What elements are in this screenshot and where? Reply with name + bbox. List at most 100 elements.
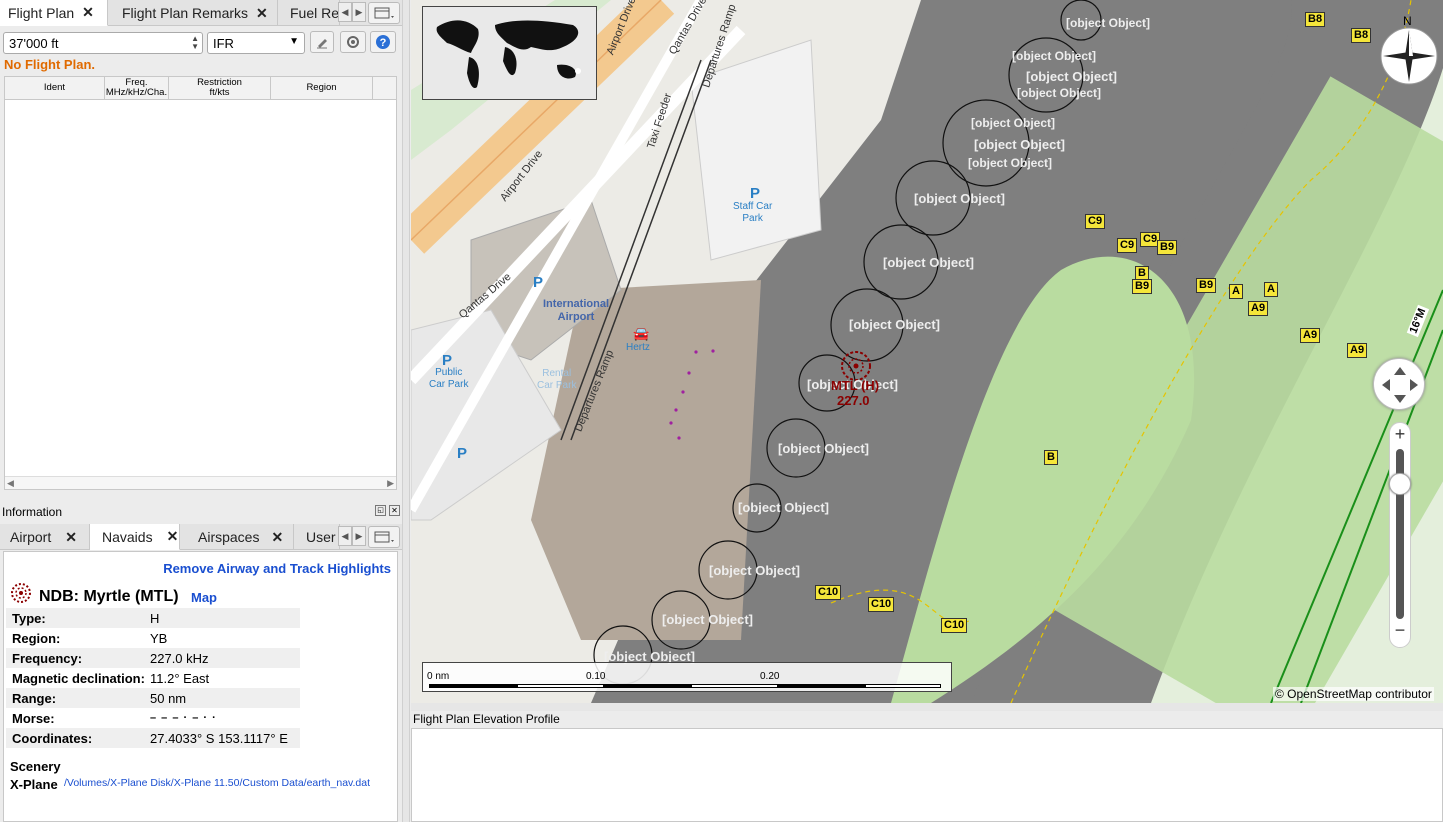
gate-label: [object Object] <box>1017 86 1102 100</box>
navaid-info-content: Remove Airway and Track Highlights NDB: … <box>3 551 398 822</box>
svg-text:P: P <box>750 185 760 202</box>
poi-label: Staff Car Park <box>733 201 773 224</box>
tab-label: Airspaces <box>198 529 260 545</box>
tab-flight-plan-remarks[interactable]: Flight Plan Remarks ✕ <box>108 0 278 26</box>
remove-highlights-link[interactable]: Remove Airway and Track Highlights <box>163 561 391 576</box>
tab-scroll-right-button[interactable]: ▶ <box>352 526 366 546</box>
flight-plan-table <box>4 76 397 490</box>
tab-scroll-left-button[interactable]: ◀ <box>338 526 352 546</box>
gate-label: [object Object] <box>883 255 975 270</box>
tab-user[interactable]: User <box>294 524 340 550</box>
help-button[interactable]: ? <box>370 31 396 53</box>
close-icon[interactable]: ✕ <box>167 528 179 545</box>
altitude-input[interactable]: 37'000 ft ▲ ▼ <box>3 32 203 54</box>
scenery-source: X-Plane <box>10 777 58 792</box>
ndb-map-label: MTL (H) <box>831 378 880 393</box>
zoom-in-button[interactable]: + <box>1390 423 1410 445</box>
info-row-region: Region: YB <box>12 630 168 646</box>
zoom-handle[interactable] <box>1389 473 1411 495</box>
taxiway-label: C9 <box>1117 238 1138 253</box>
zoom-slider[interactable]: + − <box>1389 422 1411 648</box>
scale-segment <box>604 684 691 688</box>
map-attribution[interactable]: © OpenStreetMap contributor <box>1273 687 1434 701</box>
gate-label: [object Object] <box>738 500 830 515</box>
float-icon[interactable]: ◱ <box>375 505 386 516</box>
tab-menu-button[interactable] <box>368 2 400 24</box>
ndb-map-frequency: 227.0 <box>837 393 870 408</box>
taxiway-label: A <box>1264 282 1278 297</box>
gate-label: [object Object] <box>1026 69 1118 84</box>
compass-rose[interactable]: N <box>1379 14 1439 88</box>
scale-label: 0.10 <box>586 671 606 682</box>
tab-list-icon <box>374 7 394 19</box>
gate-label: [object Object] <box>914 191 1006 206</box>
taxiway-label: B9 <box>1196 278 1217 293</box>
spinner-icon[interactable]: ▲ ▼ <box>191 35 199 51</box>
map-view[interactable]: PPPP Airport Drive Airport Drive Qantas … <box>411 0 1443 703</box>
taxiway-label: C9 <box>1085 214 1106 229</box>
scroll-left-icon[interactable]: ◀ <box>7 478 14 489</box>
close-icon[interactable]: ✕ <box>271 529 283 546</box>
column-header-restriction[interactable]: Restriction ft/kts <box>169 77 271 99</box>
car-rental-icon: 🚘 <box>633 326 650 341</box>
close-icon[interactable]: ✕ <box>82 4 94 21</box>
close-icon[interactable]: ✕ <box>65 529 77 546</box>
poi-label: Public Car Park <box>429 367 469 390</box>
info-tabbar: Airport ✕ Navaids ✕ Airspaces ✕ User ◀ ▶ <box>0 524 402 550</box>
horizontal-scrollbar[interactable]: ◀ ▶ <box>5 476 396 489</box>
poi-label: International Airport <box>543 298 610 323</box>
info-row-type: Type: H <box>6 608 300 628</box>
tab-fuel-report[interactable]: Fuel Re <box>278 0 340 26</box>
tab-label: User <box>306 529 336 545</box>
tab-navaids[interactable]: Navaids ✕ <box>90 524 180 550</box>
settings-button[interactable] <box>340 31 366 53</box>
ndb-icon <box>11 583 31 603</box>
tab-menu-button[interactable] <box>368 526 400 548</box>
gate-label: [object Object] <box>709 563 801 578</box>
elevation-profile-view[interactable] <box>411 728 1443 822</box>
column-header-freq[interactable]: Freq. MHz/kHz/Cha. <box>105 77 169 99</box>
gate-label: [object Object] <box>974 137 1066 152</box>
gate-label: [object Object] <box>1066 16 1151 30</box>
tab-label: Flight Plan <box>8 4 75 21</box>
column-header-ident[interactable]: Ident <box>5 77 105 99</box>
tab-flight-plan[interactable]: Flight Plan ✕ <box>0 0 108 26</box>
tab-scroll-left-button[interactable]: ◀ <box>338 2 352 22</box>
map-link[interactable]: Map <box>191 590 217 605</box>
panel-splitter[interactable] <box>402 0 410 822</box>
scenery-path-link[interactable]: /Volumes/X-Plane Disk/X-Plane 11.50/Cust… <box>64 777 370 789</box>
column-header-region[interactable]: Region <box>271 77 373 99</box>
tab-airport[interactable]: Airport ✕ <box>0 524 90 550</box>
navaid-details-table: Type: H Region: YB Frequency: 227.0 kHz Mag… <box>6 608 300 748</box>
zoom-out-button[interactable]: − <box>1390 619 1410 641</box>
poi-label: Rental Car Park <box>537 368 577 391</box>
svg-text:?: ? <box>380 37 387 49</box>
scroll-right-icon[interactable]: ▶ <box>387 478 394 489</box>
edit-button[interactable] <box>310 31 334 53</box>
scale-label: 0.20 <box>760 671 780 682</box>
gear-icon <box>347 36 359 48</box>
altitude-value: 37'000 ft <box>9 36 59 51</box>
flight-rules-select[interactable]: IFR ▼ <box>207 32 305 54</box>
taxiway-label: B <box>1044 450 1058 465</box>
info-row-morse: Morse: – – – · – · · <box>12 710 217 726</box>
gate-label: [object Object] <box>662 612 754 627</box>
help-icon: ? <box>376 35 390 49</box>
gate-label: [object Object] <box>971 116 1056 130</box>
scenery-heading: Scenery <box>10 759 61 774</box>
tab-label: Navaids <box>102 528 153 545</box>
close-icon[interactable]: ✕ <box>256 5 268 22</box>
scale-segment <box>865 684 941 688</box>
taxiway-label: A <box>1229 284 1243 299</box>
tab-scroll-right-button[interactable]: ▶ <box>352 2 366 22</box>
close-panel-icon[interactable]: ✕ <box>389 505 400 516</box>
map-splitter[interactable] <box>411 703 1443 711</box>
gate-label: [object Object] <box>849 317 941 332</box>
elevation-profile-title: Flight Plan Elevation Profile <box>413 712 560 726</box>
gate-label: [object Object] <box>778 441 870 456</box>
tab-airspaces[interactable]: Airspaces ✕ <box>180 524 294 550</box>
poi-label: Hertz <box>626 342 650 353</box>
pan-control[interactable] <box>1373 358 1425 410</box>
overview-map[interactable] <box>422 6 597 100</box>
map-canvas: PPPP <box>411 0 1443 703</box>
